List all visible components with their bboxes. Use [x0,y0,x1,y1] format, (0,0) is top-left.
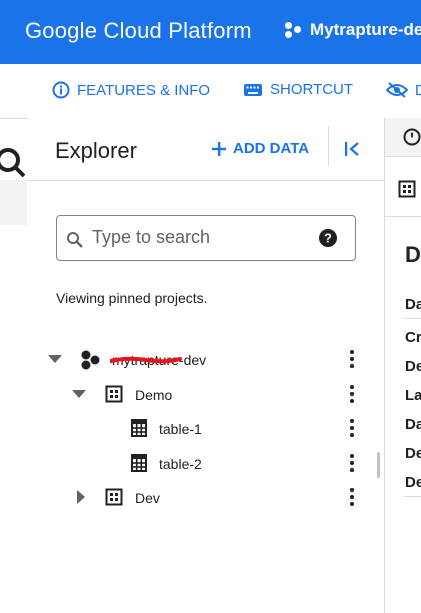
help-icon[interactable]: ? [318,228,338,248]
details-label: De [405,474,421,491]
dataset-icon [105,385,123,403]
top-app-bar: Google Cloud Platform Mytrapture-dev [0,0,421,64]
expand-caret-icon[interactable] [72,389,86,399]
shortcut-label: SHORTCUT [270,81,354,98]
collapse-left-icon [345,142,359,156]
info-icon [52,81,70,99]
tree-item-project[interactable]: mytrapture-dev [28,344,368,376]
features-info-label: FEATURES & INFO [77,81,211,99]
details-divider [403,318,421,319]
scrollbar-thumb[interactable] [377,452,380,478]
shortcut-button[interactable]: SHORTCUT [243,81,353,98]
details-heading: D [405,242,421,267]
svg-text:?: ? [324,231,332,246]
details-label: Cr [405,329,421,346]
more-vert-icon[interactable] [348,419,356,439]
explorer-search-box[interactable]: ? [56,215,356,261]
details-label: De [405,358,421,375]
details-panel: D Da Cr De La Da De De [385,118,421,613]
tree-item-label: Demo [135,387,173,403]
redaction-mark [110,356,182,364]
explorer-title: Explorer [55,138,137,163]
tree-item-label: table-2 [159,456,202,472]
details-label: Da [405,296,421,313]
add-data-label: ADD DATA [233,140,310,157]
clock-icon[interactable] [403,128,421,146]
brand-title[interactable]: Google Cloud Platform [25,18,252,44]
left-nav-selected-item[interactable] [0,180,27,225]
explorer-search-input[interactable] [92,226,302,248]
tree-item-label: table-1 [159,421,202,437]
tree-item-dataset[interactable]: Dev [28,482,368,514]
plus-icon [212,141,226,156]
details-tab-bar [385,118,421,157]
collapse-caret-icon[interactable] [76,490,86,504]
project-selector-label: Mytrapture-dev [310,20,421,39]
toolbar: FEATURES & INFO SHORTCUT D [0,64,421,178]
collapse-explorer-button[interactable] [343,140,361,163]
more-vert-icon[interactable] [348,350,356,370]
project-icon [81,350,100,370]
explorer-header: Explorer ADD DATA [28,118,385,181]
tree-item-table[interactable]: table-2 [28,448,368,480]
explorer-panel: Explorer ADD DATA ? Viewing pinned proje… [28,118,385,613]
visibility-off-icon [386,82,408,98]
details-label: La [405,387,421,404]
details-tab-row [385,156,421,217]
tree-item-table[interactable]: table-1 [28,413,368,445]
table-icon [131,454,147,472]
header-divider [328,126,329,166]
add-data-button[interactable]: ADD DATA [211,140,309,157]
details-label: De [405,445,421,462]
details-divider [403,496,421,497]
dataset-icon [105,488,123,506]
pinned-projects-text: Viewing pinned projects. [56,290,208,306]
table-icon [131,419,147,437]
tree-item-label: Dev [135,490,160,506]
more-vert-icon[interactable] [348,385,356,405]
tree-item-dataset[interactable]: Demo [28,379,368,411]
project-selector[interactable]: Mytrapture-dev [284,20,421,40]
keyboard-icon [244,83,262,96]
hide-info-button[interactable]: D [386,81,421,99]
search-icon [67,232,83,248]
more-vert-icon[interactable] [348,488,356,508]
dataset-icon[interactable] [398,180,416,198]
expand-caret-icon[interactable] [48,354,62,364]
hide-info-label: D [415,81,421,99]
features-info-button[interactable]: FEATURES & INFO [52,81,210,99]
project-icon [284,21,302,39]
details-label: Da [405,416,421,433]
more-vert-icon[interactable] [348,454,356,474]
